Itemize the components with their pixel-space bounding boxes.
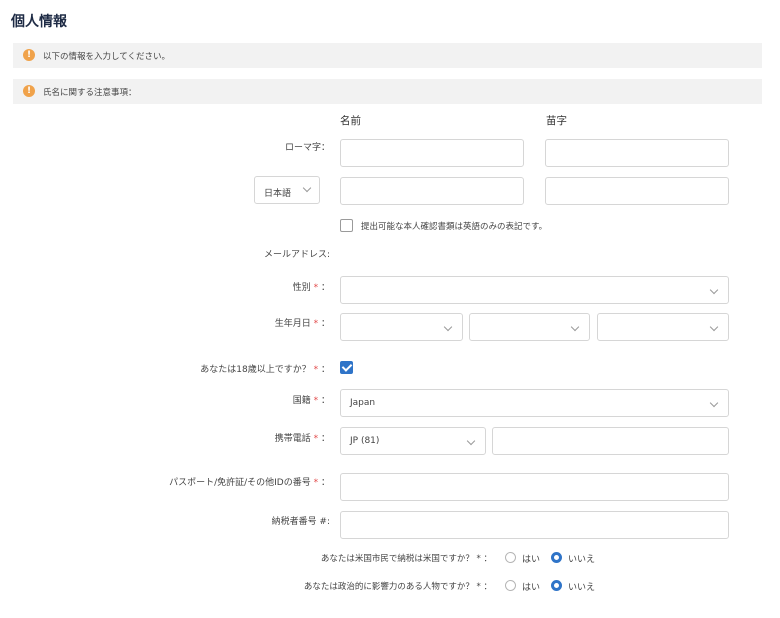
- required-mark: *: [313, 396, 319, 406]
- us-citizen-label-text: あなたは米国市民で納税は米国ですか？: [320, 554, 474, 564]
- us-citizen-yes-label: はい: [522, 555, 541, 565]
- chevron-down-icon: [302, 183, 312, 193]
- gender-label: 性別 * ：: [0, 280, 330, 293]
- required-mark: *: [313, 478, 319, 488]
- phone-country-code-select[interactable]: JP (81): [340, 427, 486, 455]
- label-colon: ：: [320, 396, 330, 406]
- info-notice-text: 以下の情報を入力してください。: [43, 52, 170, 62]
- pep-yes-label: はい: [522, 583, 541, 593]
- exclamation-circle-icon: !: [23, 85, 35, 97]
- nationality-label: 国籍 * ：: [0, 393, 330, 406]
- birth-month-select[interactable]: [469, 313, 590, 341]
- phone-number-input[interactable]: [492, 427, 729, 455]
- native-first-name-input[interactable]: [340, 177, 524, 205]
- label-colon: ：: [483, 582, 492, 592]
- adult-label: あなたは18歳以上ですか？ * ：: [0, 362, 330, 375]
- name-note-text: 氏名に関する注意事項：: [43, 88, 137, 98]
- nationality-label-text: 国籍: [292, 396, 311, 406]
- required-mark: *: [313, 283, 319, 293]
- adult-checkbox[interactable]: [340, 361, 353, 374]
- required-mark: *: [313, 365, 319, 375]
- label-colon: ：: [320, 319, 330, 329]
- birth-day-select[interactable]: [597, 313, 729, 341]
- romaji-label: ローマ字：: [284, 143, 330, 153]
- id-number-label-text: パスポート/免許証/その他IDの番号: [169, 478, 311, 488]
- chevron-down-icon: [709, 398, 719, 408]
- required-mark: *: [476, 554, 481, 564]
- id-number-label: パスポート/免許証/その他IDの番号 * ：: [0, 475, 330, 488]
- birthdate-label-text: 生年月日: [274, 319, 311, 329]
- info-notice: ! 以下の情報を入力してください。: [13, 43, 762, 68]
- gender-label-text: 性別: [292, 283, 311, 293]
- name-language-select[interactable]: 日本語: [254, 176, 320, 204]
- gender-select[interactable]: [340, 276, 729, 304]
- birthdate-label: 生年月日 * ：: [0, 316, 330, 329]
- page-title: 個人情報: [11, 14, 67, 30]
- us-citizen-no-label: いいえ: [568, 555, 596, 565]
- required-mark: *: [313, 434, 319, 444]
- pep-yes-radio[interactable]: [505, 580, 516, 591]
- romaji-last-name-input[interactable]: [545, 139, 729, 167]
- id-number-input[interactable]: [340, 473, 729, 501]
- name-note-notice: ! 氏名に関する注意事項：: [13, 79, 762, 104]
- first-name-column-header: 名前: [340, 115, 361, 127]
- chevron-down-icon: [709, 285, 719, 295]
- nationality-value: Japan: [350, 398, 376, 408]
- nationality-select[interactable]: Japan: [340, 389, 729, 417]
- name-language-value: 日本語: [264, 189, 292, 199]
- email-label: メールアドレス:: [263, 250, 330, 260]
- chevron-down-icon: [709, 322, 719, 332]
- chevron-down-icon: [443, 322, 453, 332]
- us-citizen-label: あなたは米国市民で納税は米国ですか？ * ：: [285, 552, 492, 564]
- label-colon: ：: [320, 283, 330, 293]
- required-mark: *: [313, 319, 319, 329]
- chevron-down-icon: [570, 322, 580, 332]
- label-colon: ：: [483, 554, 492, 564]
- pep-label-text: あなたは政治的に影響力のある人物ですか？: [303, 582, 474, 592]
- pep-label: あなたは政治的に影響力のある人物ですか？ * ：: [265, 580, 492, 592]
- tax-number-label: 納税者番号 #:: [271, 517, 330, 527]
- us-citizen-yes-radio[interactable]: [505, 552, 516, 563]
- last-name-column-header: 苗字: [546, 115, 567, 127]
- birth-year-select[interactable]: [340, 313, 463, 341]
- label-colon: ：: [320, 365, 330, 375]
- label-colon: ：: [320, 434, 330, 444]
- romaji-first-name-input[interactable]: [340, 139, 524, 167]
- native-last-name-input[interactable]: [545, 177, 729, 205]
- phone-country-code-value: JP (81): [350, 436, 380, 446]
- pep-no-radio[interactable]: [551, 580, 562, 591]
- adult-label-text: あなたは18歳以上ですか？: [200, 365, 311, 375]
- us-citizen-no-radio[interactable]: [551, 552, 562, 563]
- exclamation-circle-icon: !: [23, 49, 35, 61]
- english-only-checkbox-label: 提出可能な本人確認書類は英語のみの表記です。: [361, 222, 548, 232]
- pep-no-label: いいえ: [568, 583, 596, 593]
- label-colon: ：: [320, 478, 330, 488]
- phone-label: 携帯電話 * ：: [0, 431, 330, 444]
- chevron-down-icon: [466, 436, 476, 446]
- required-mark: *: [476, 582, 481, 592]
- english-only-checkbox[interactable]: [340, 219, 353, 232]
- phone-label-text: 携帯電話: [274, 434, 311, 444]
- tax-number-input[interactable]: [340, 511, 729, 539]
